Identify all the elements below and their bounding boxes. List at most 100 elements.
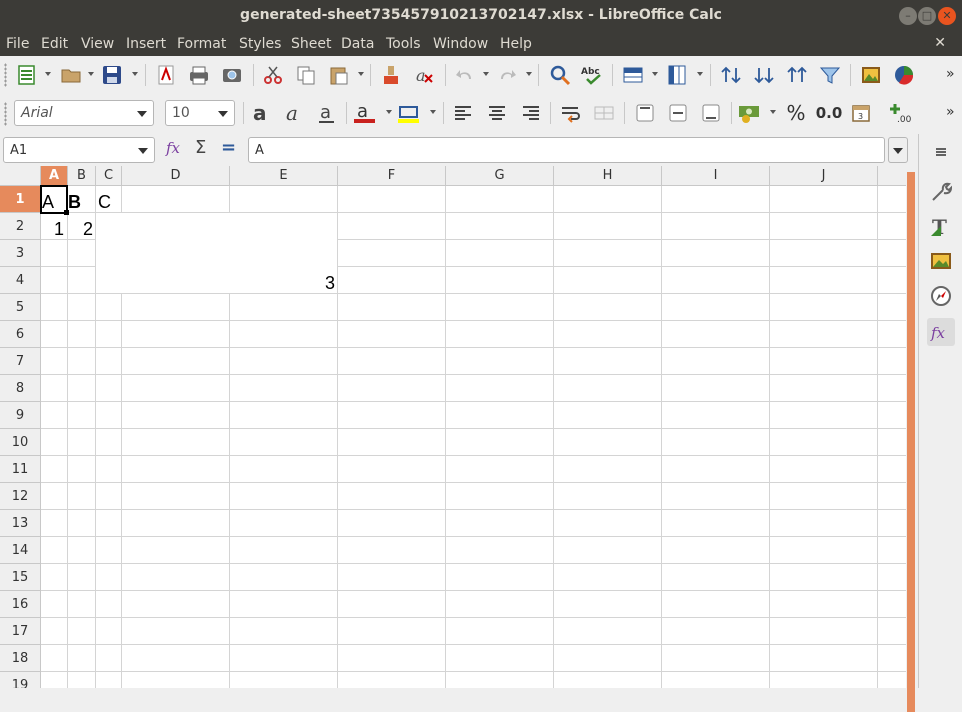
navigator-icon[interactable]: [927, 282, 955, 310]
toolbar-grip[interactable]: [4, 63, 7, 87]
column-header-g[interactable]: G: [446, 166, 554, 186]
autofill-handle[interactable]: [64, 210, 69, 215]
background-color-icon[interactable]: [396, 100, 422, 126]
print-preview-icon[interactable]: [219, 62, 245, 88]
align-top-icon[interactable]: [632, 100, 658, 126]
name-box[interactable]: A1: [3, 137, 155, 163]
bold-icon[interactable]: a: [248, 100, 274, 126]
merge-cells-icon[interactable]: [591, 100, 617, 126]
column-header-f[interactable]: F: [338, 166, 446, 186]
expand-formula-bar-button[interactable]: [888, 137, 908, 163]
properties-icon[interactable]: [927, 178, 955, 206]
menu-edit[interactable]: Edit: [41, 36, 68, 52]
autofilter-icon[interactable]: [817, 62, 843, 88]
column-header-a[interactable]: A: [41, 166, 68, 186]
font-size-combo[interactable]: 10: [165, 100, 235, 126]
row-header-3[interactable]: 3: [0, 240, 41, 267]
redo-dropdown-icon[interactable]: [526, 72, 532, 76]
sort-descending-icon[interactable]: [751, 62, 777, 88]
row-header-1[interactable]: 1: [0, 186, 41, 213]
row-header-13[interactable]: 13: [0, 510, 41, 537]
menu-view[interactable]: View: [81, 36, 114, 52]
row-header-18[interactable]: 18: [0, 645, 41, 672]
undo-icon[interactable]: [452, 62, 478, 88]
cell-c1[interactable]: C: [98, 192, 111, 213]
column-header-d[interactable]: D: [122, 166, 230, 186]
insert-image-icon[interactable]: [858, 62, 884, 88]
row-header-5[interactable]: 5: [0, 294, 41, 321]
cell-b2[interactable]: 2: [68, 219, 93, 240]
sidebar-menu-icon[interactable]: [927, 138, 955, 166]
export-pdf-icon[interactable]: [153, 62, 179, 88]
row-header-16[interactable]: 16: [0, 591, 41, 618]
row-header-14[interactable]: 14: [0, 537, 41, 564]
clone-formatting-icon[interactable]: [378, 62, 404, 88]
menu-sheet[interactable]: Sheet: [291, 36, 331, 52]
currency-dropdown-icon[interactable]: [770, 110, 776, 114]
styles-icon[interactable]: T: [927, 212, 955, 240]
number-format-button[interactable]: 0.0: [814, 100, 844, 126]
font-color-dropdown-icon[interactable]: [386, 110, 392, 114]
menu-help[interactable]: Help: [500, 36, 532, 52]
formula-icon[interactable]: =: [221, 137, 236, 158]
row-dropdown-icon[interactable]: [652, 72, 658, 76]
font-color-icon[interactable]: a: [352, 100, 378, 126]
paste-dropdown-icon[interactable]: [358, 72, 364, 76]
row-header-8[interactable]: 8: [0, 375, 41, 402]
add-decimal-icon[interactable]: .00: [888, 100, 914, 126]
gallery-icon[interactable]: [927, 246, 955, 274]
more-format-tools-icon[interactable]: »: [946, 104, 955, 120]
column-dropdown-icon[interactable]: [697, 72, 703, 76]
chevron-down-icon[interactable]: [138, 148, 148, 154]
column-header-e[interactable]: E: [230, 166, 338, 186]
insert-chart-icon[interactable]: [891, 62, 917, 88]
percent-format-button[interactable]: %: [783, 100, 809, 126]
sum-icon[interactable]: Σ: [195, 137, 206, 158]
print-icon[interactable]: [186, 62, 212, 88]
cell-b1[interactable]: B: [68, 192, 81, 213]
row-header-7[interactable]: 7: [0, 348, 41, 375]
column-icon[interactable]: [664, 62, 690, 88]
sort-icon[interactable]: [718, 62, 744, 88]
chevron-down-icon[interactable]: [137, 111, 147, 117]
close-window-button[interactable]: ✕: [938, 7, 956, 25]
row-header-4[interactable]: 4: [0, 267, 41, 294]
maximize-button[interactable]: □: [918, 7, 936, 25]
menu-styles[interactable]: Styles: [239, 36, 281, 52]
menu-tools[interactable]: Tools: [386, 36, 421, 52]
sort-ascending-icon[interactable]: [784, 62, 810, 88]
menu-data[interactable]: Data: [341, 36, 374, 52]
redo-icon[interactable]: [494, 62, 520, 88]
more-tools-icon[interactable]: »: [946, 66, 955, 82]
column-header-b[interactable]: B: [68, 166, 96, 186]
row-header-15[interactable]: 15: [0, 564, 41, 591]
undo-dropdown-icon[interactable]: [483, 72, 489, 76]
close-document-icon[interactable]: ✕: [934, 35, 946, 51]
align-left-icon[interactable]: [450, 100, 476, 126]
spreadsheet-grid[interactable]: A B C D E F G H I J 1 2 3 4 5 6 7 8 9 10…: [0, 166, 906, 688]
font-name-combo[interactable]: Arial: [14, 100, 154, 126]
clear-formatting-icon[interactable]: a: [411, 62, 437, 88]
column-header-i[interactable]: I: [662, 166, 770, 186]
find-replace-icon[interactable]: [547, 62, 573, 88]
copy-icon[interactable]: [293, 62, 319, 88]
minimize-button[interactable]: –: [899, 7, 917, 25]
italic-icon[interactable]: a: [281, 100, 307, 126]
toolbar-grip[interactable]: [4, 102, 7, 126]
currency-format-icon[interactable]: [737, 100, 763, 126]
cut-icon[interactable]: [260, 62, 286, 88]
row-header-19[interactable]: 19: [0, 672, 41, 688]
column-header-j[interactable]: J: [770, 166, 878, 186]
row-header-12[interactable]: 12: [0, 483, 41, 510]
align-bottom-icon[interactable]: [698, 100, 724, 126]
functions-icon[interactable]: fx: [927, 318, 955, 346]
open-folder-icon[interactable]: [58, 62, 84, 88]
paste-icon[interactable]: [326, 62, 352, 88]
menu-file[interactable]: File: [6, 36, 29, 52]
row-header-11[interactable]: 11: [0, 456, 41, 483]
column-header-k[interactable]: [878, 166, 906, 186]
formula-input[interactable]: A: [248, 137, 885, 163]
save-dropdown-icon[interactable]: [132, 72, 138, 76]
menu-window[interactable]: Window: [433, 36, 488, 52]
row-icon[interactable]: [620, 62, 646, 88]
